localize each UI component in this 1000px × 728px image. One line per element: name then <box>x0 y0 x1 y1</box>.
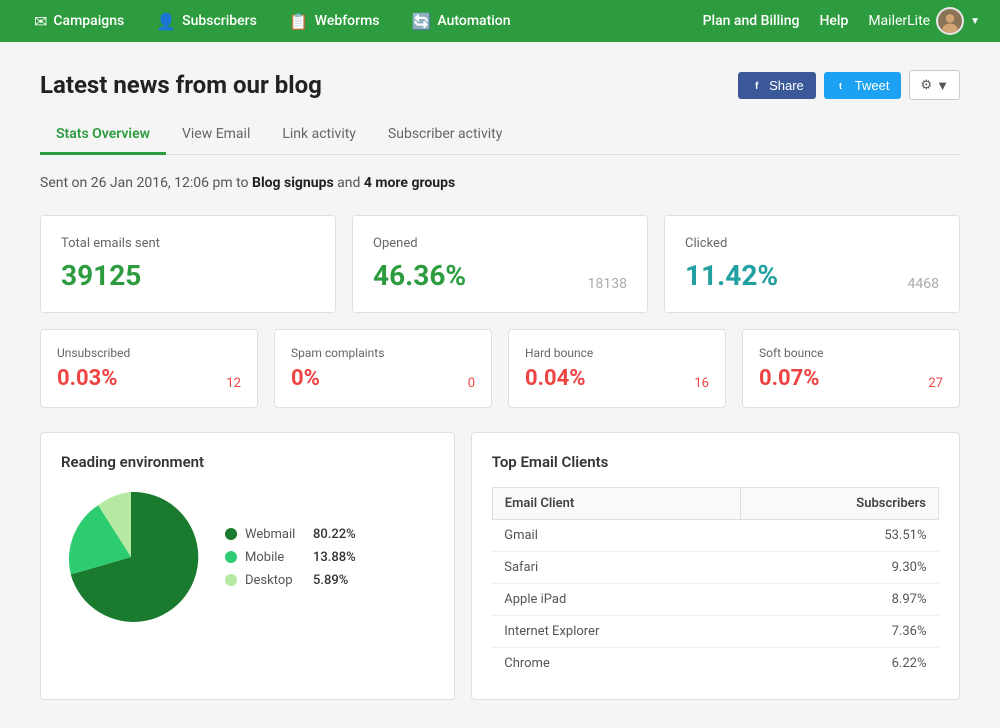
tab-view-email[interactable]: View Email <box>166 116 266 155</box>
help-link[interactable]: Help <box>819 13 848 29</box>
table-row: Chrome 6.22% <box>492 648 938 680</box>
sent-info: Sent on 26 Jan 2016, 12:06 pm to Blog si… <box>40 175 960 191</box>
settings-button[interactable]: ⚙ ▼ <box>909 70 960 100</box>
stat-spam: Spam complaints 0% 0 <box>274 329 492 408</box>
stat-hard-bounce: Hard bounce 0.04% 16 <box>508 329 726 408</box>
legend-mobile: Mobile 13.88% <box>225 550 356 565</box>
top-clients-card: Top Email Clients Email Client Subscribe… <box>471 432 960 700</box>
stat-value-total: 39125 <box>61 259 141 292</box>
client-name: Gmail <box>492 520 741 552</box>
header-actions: f Share t Tweet ⚙ ▼ <box>738 70 960 100</box>
tab-link-activity[interactable]: Link activity <box>266 116 372 155</box>
stat-clicked: Clicked 11.42% 4468 <box>664 215 960 313</box>
page-header: Latest news from our blog f Share t Twee… <box>40 70 960 100</box>
client-subscribers: 8.97% <box>741 584 939 616</box>
top-clients-title: Top Email Clients <box>492 453 939 471</box>
nav-webforms[interactable]: 📋 Webforms <box>275 0 394 42</box>
tab-stats-overview[interactable]: Stats Overview <box>40 116 166 155</box>
automation-icon: 🔄 <box>411 12 431 31</box>
user-chevron-icon: ▼ <box>970 16 980 27</box>
legend-dot-desktop <box>225 574 237 586</box>
stat-count-spam: 0 <box>468 376 475 391</box>
user-name: MailerLite <box>868 13 930 29</box>
pie-section: Webmail 80.22% Mobile 13.88% Desktop 5.8… <box>61 487 434 627</box>
client-name: Chrome <box>492 648 741 680</box>
client-subscribers: 9.30% <box>741 552 939 584</box>
stat-count-soft-bounce: 27 <box>928 376 943 391</box>
stat-opened: Opened 46.36% 18138 <box>352 215 648 313</box>
sent-more-groups: 4 more groups <box>364 175 455 191</box>
webforms-icon: 📋 <box>289 12 309 31</box>
pie-chart <box>61 487 201 627</box>
client-subscribers: 6.22% <box>741 648 939 680</box>
legend-dot-mobile <box>225 551 237 563</box>
stat-value-soft-bounce: 0.07% <box>759 366 820 391</box>
table-row: Apple iPad 8.97% <box>492 584 938 616</box>
stat-value-hard-bounce: 0.04% <box>525 366 586 391</box>
table-row: Safari 9.30% <box>492 552 938 584</box>
stats-row-1: Total emails sent 39125 Opened 46.36% 18… <box>40 215 960 313</box>
stat-total-sent: Total emails sent 39125 <box>40 215 336 313</box>
stat-count-clicked: 4468 <box>908 276 939 292</box>
twitter-icon: t <box>836 78 850 92</box>
sent-group: Blog signups <box>252 175 334 191</box>
nav-right: Plan and Billing Help MailerLite ▼ <box>703 7 980 35</box>
avatar[interactable] <box>936 7 964 35</box>
client-subscribers: 53.51% <box>741 520 939 552</box>
col-subscribers: Subscribers <box>741 488 939 520</box>
stat-value-spam: 0% <box>291 366 320 391</box>
stat-unsubscribed: Unsubscribed 0.03% 12 <box>40 329 258 408</box>
tab-subscriber-activity[interactable]: Subscriber activity <box>372 116 518 155</box>
stat-value-unsub: 0.03% <box>57 366 118 391</box>
stat-value-opened: 46.36% <box>373 259 466 292</box>
plan-billing-link[interactable]: Plan and Billing <box>703 13 800 29</box>
bottom-row: Reading environment <box>40 432 960 700</box>
stat-count-opened: 18138 <box>588 276 627 292</box>
nav-campaigns[interactable]: ✉ Campaigns <box>20 0 138 42</box>
client-name: Apple iPad <box>492 584 741 616</box>
legend-desktop: Desktop 5.89% <box>225 573 356 588</box>
col-email-client: Email Client <box>492 488 741 520</box>
legend-dot-webmail <box>225 528 237 540</box>
table-row: Gmail 53.51% <box>492 520 938 552</box>
stat-value-clicked: 11.42% <box>685 259 778 292</box>
campaigns-icon: ✉ <box>34 12 47 31</box>
nav-automation[interactable]: 🔄 Automation <box>397 0 524 42</box>
svg-text:t: t <box>839 81 842 91</box>
gear-icon: ⚙ <box>920 77 932 93</box>
clients-table: Email Client Subscribers Gmail 53.51% Sa… <box>492 487 939 679</box>
facebook-icon: f <box>750 78 764 92</box>
nav-subscribers[interactable]: 👤 Subscribers <box>142 0 271 42</box>
stat-soft-bounce: Soft bounce 0.07% 27 <box>742 329 960 408</box>
pie-svg <box>61 487 201 627</box>
user-section[interactable]: MailerLite ▼ <box>868 7 980 35</box>
client-name: Safari <box>492 552 741 584</box>
share-button[interactable]: f Share <box>738 72 816 99</box>
navbar: ✉ Campaigns 👤 Subscribers 📋 Webforms 🔄 A… <box>0 0 1000 42</box>
gear-chevron-icon: ▼ <box>936 78 949 93</box>
avatar-img <box>938 7 962 35</box>
stat-count-hard-bounce: 16 <box>694 376 709 391</box>
pie-legend: Webmail 80.22% Mobile 13.88% Desktop 5.8… <box>225 527 356 588</box>
stat-count-unsub: 12 <box>226 376 241 391</box>
tabs: Stats Overview View Email Link activity … <box>40 116 960 155</box>
subscribers-icon: 👤 <box>156 12 176 31</box>
page-title: Latest news from our blog <box>40 71 322 99</box>
legend-webmail: Webmail 80.22% <box>225 527 356 542</box>
reading-environment-card: Reading environment <box>40 432 455 700</box>
stats-row-2: Unsubscribed 0.03% 12 Spam complaints 0%… <box>40 329 960 408</box>
nav-left: ✉ Campaigns 👤 Subscribers 📋 Webforms 🔄 A… <box>20 0 703 42</box>
main-content: Latest news from our blog f Share t Twee… <box>20 42 980 728</box>
reading-env-title: Reading environment <box>61 453 434 471</box>
tweet-button[interactable]: t Tweet <box>824 72 902 99</box>
